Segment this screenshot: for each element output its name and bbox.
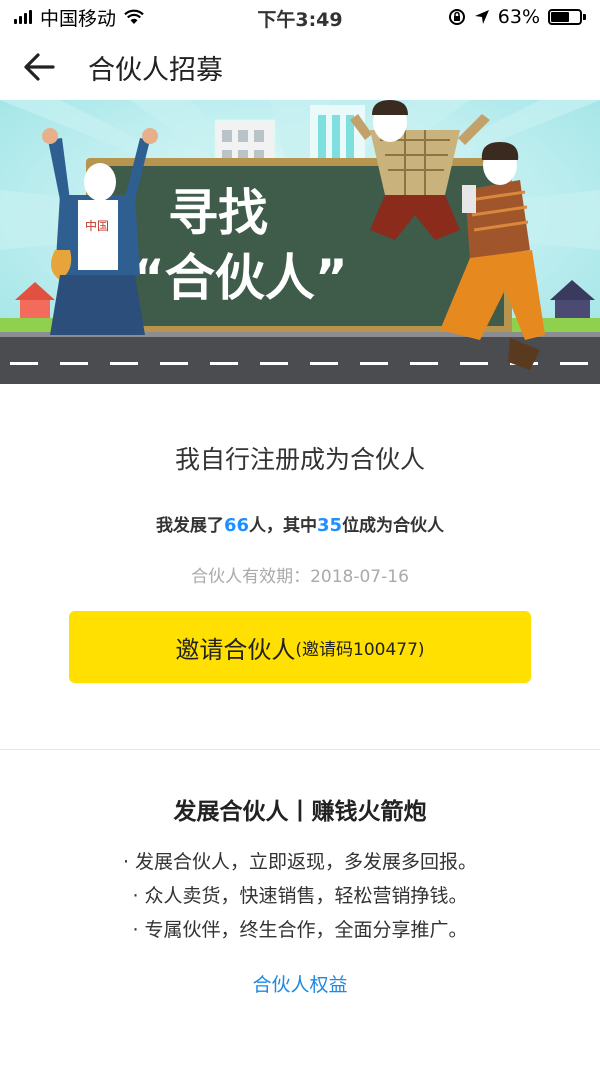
stats-prefix: 我发展了 — [155, 516, 224, 536]
invite-partner-button[interactable]: 邀请合伙人 (邀请码100477) — [69, 611, 531, 683]
rotation-lock-icon — [448, 9, 465, 25]
register-status-title: 我自行注册成为合伙人 — [174, 445, 425, 474]
development-stats: 我发展了66人，其中35位成为合伙人 — [0, 511, 600, 536]
status-right: 63% — [448, 6, 586, 28]
invite-button-label: 邀请合伙人 — [175, 635, 296, 664]
partner-validity: 合伙人有效期：2018-07-16 — [191, 567, 409, 587]
page-title: 合伙人招募 — [88, 54, 223, 86]
back-button[interactable] — [0, 34, 80, 100]
carrier-name: 中国移动 — [40, 7, 117, 30]
status-left: 中国移动 — [14, 4, 144, 31]
arrow-left-icon — [24, 53, 55, 81]
location-arrow-icon — [474, 10, 489, 24]
status-bar: 中国移动 63% — [0, 0, 600, 34]
section-divider — [0, 749, 600, 750]
wifi-icon — [124, 9, 144, 24]
partner-count: 35 — [317, 515, 343, 536]
list-item: · 发展合伙人，立即返现，多发展多回报。 — [122, 851, 478, 873]
recruit-banner[interactable]: 寻找 “合伙人” 中国 — [0, 100, 600, 384]
banner-headline-1: 寻找 — [168, 184, 268, 242]
battery-fill — [551, 12, 569, 22]
stats-suffix: 位成为合伙人 — [342, 516, 445, 536]
benefit-list: · 发展合伙人，立即返现，多发展多回报。 · 众人卖货，快速销售，轻松营销挣钱。… — [0, 845, 600, 947]
banner-illustration: 寻找 “合伙人” 中国 — [0, 100, 600, 384]
list-item: · 专属伙伴，终生合作，全面分享推广。 — [132, 919, 468, 941]
battery-icon — [548, 9, 586, 25]
benefits-title: 发展合伙人丨赚钱火箭炮 — [173, 799, 427, 825]
battery-percent: 63% — [497, 6, 540, 28]
signal-icon — [14, 10, 32, 24]
list-item: · 众人卖货，快速销售，轻松营销挣钱。 — [132, 885, 468, 907]
developed-count: 66 — [223, 515, 249, 536]
invite-code: (邀请码100477) — [295, 639, 425, 660]
partner-benefits-link[interactable]: 合伙人权益 — [0, 970, 600, 997]
banner-badge-text: 中国 — [85, 218, 109, 233]
banner-headline-2: “合伙人” — [132, 249, 348, 307]
stats-middle: 人，其中 — [249, 516, 317, 536]
nav-bar: 合伙人招募 — [0, 34, 600, 100]
